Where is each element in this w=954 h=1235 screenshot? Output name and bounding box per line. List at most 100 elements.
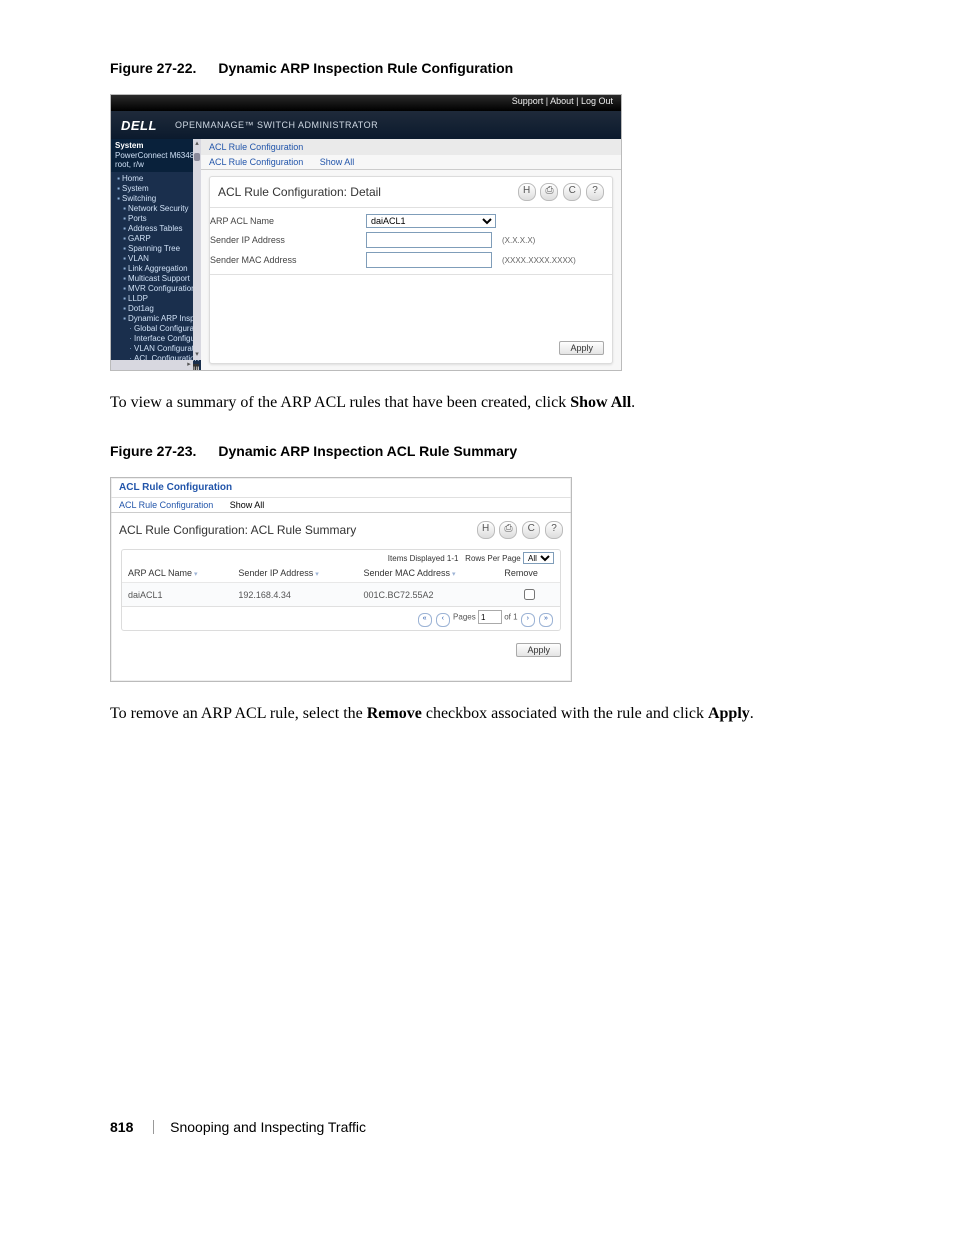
tree-node[interactable]: ▪Switching <box>115 194 199 204</box>
tab-show-all[interactable]: Show All <box>230 500 265 510</box>
col-ip[interactable]: Sender IP Address▾ <box>232 564 357 583</box>
apply-button[interactable]: Apply <box>559 341 604 355</box>
help-icon[interactable]: ? <box>545 521 563 539</box>
tree-node[interactable]: ▪Dot1ag <box>115 304 199 314</box>
tree-label: MVR Configuration <box>128 284 196 293</box>
tree-scrollbar-h[interactable]: ▸ <box>111 360 193 370</box>
tree-node[interactable]: ▪Multicast Support <box>115 274 199 284</box>
cell-mac: 001C.BC72.55A2 <box>357 583 498 607</box>
tree-node[interactable]: ▪Ports <box>115 214 199 224</box>
plus-icon: ▪ <box>121 244 128 254</box>
refresh-icon[interactable]: C <box>563 183 581 201</box>
sender-ip-label: Sender IP Address <box>210 235 360 245</box>
plus-icon: ▪ <box>121 254 128 264</box>
cell-ip: 192.168.4.34 <box>232 583 357 607</box>
refresh-icon[interactable]: C <box>522 521 540 539</box>
sender-ip-hint: (X.X.X.X) <box>502 236 612 245</box>
plus-icon: ▪ <box>121 304 128 314</box>
print-icon[interactable]: ⎙ <box>540 183 558 201</box>
sender-mac-input[interactable] <box>366 252 492 268</box>
plus-icon: ▪ <box>121 274 128 284</box>
tree-node[interactable]: ▪GARP <box>115 234 199 244</box>
plus-icon: ▪ <box>115 174 122 184</box>
save-icon[interactable]: H <box>518 183 536 201</box>
tree-node[interactable]: ·Global Configuration <box>115 324 199 334</box>
tree-user: root, r/w <box>115 160 144 169</box>
tab-show-all[interactable]: Show All <box>320 157 355 167</box>
apply-button[interactable]: Apply <box>516 643 561 657</box>
first-page-icon[interactable]: « <box>418 613 432 627</box>
top-links[interactable]: Support | About | Log Out <box>111 95 621 111</box>
items-displayed: Items Displayed 1-1 <box>388 554 459 563</box>
screenshot-rule-summary: ACL Rule Configuration ACL Rule Configur… <box>110 477 572 682</box>
tree-node[interactable]: ▪Address Tables <box>115 224 199 234</box>
tree-node[interactable]: ▪System <box>115 184 199 194</box>
acl-rule-table: ARP ACL Name▾ Sender IP Address▾ Sender … <box>122 564 560 606</box>
tree-label: System <box>122 184 149 193</box>
figure-caption-2: Figure 27-23. Dynamic ARP Inspection ACL … <box>110 443 844 459</box>
tree-scrollbar-v[interactable]: ▴▾ <box>193 139 201 360</box>
plus-icon: ▪ <box>121 264 128 274</box>
rows-per-page-select[interactable]: All <box>523 552 554 564</box>
tree-label: LLDP <box>128 294 148 303</box>
figure-number: Figure 27-23. <box>110 443 196 459</box>
tree-label: Ports <box>128 214 147 223</box>
tree-label: VLAN <box>128 254 149 263</box>
remove-checkbox[interactable] <box>524 589 535 600</box>
tree-node[interactable]: ▪Spanning Tree <box>115 244 199 254</box>
tree-label: Switching <box>122 194 156 203</box>
plus-icon: ▪ <box>121 314 128 324</box>
tab-detail[interactable]: ACL Rule Configuration <box>119 500 213 510</box>
product-title: OPENMANAGE™ SWITCH ADMINISTRATOR <box>175 120 378 130</box>
tree-node[interactable]: ▪MVR Configuration <box>115 284 199 294</box>
plus-icon: ▪ <box>121 234 128 244</box>
tree-label: GARP <box>128 234 151 243</box>
tree-header: System PowerConnect M6348 root, r/w <box>111 139 201 172</box>
breadcrumb: ACL Rule Configuration <box>111 478 571 498</box>
plus-icon: ▪ <box>121 284 128 294</box>
col-mac[interactable]: Sender MAC Address▾ <box>357 564 498 583</box>
chapter-title: Snooping and Inspecting Traffic <box>170 1119 366 1135</box>
tab-detail[interactable]: ACL Rule Configuration <box>209 157 303 167</box>
screenshot-rule-config: Support | About | Log Out DELL OPENMANAG… <box>110 94 622 371</box>
tree-node[interactable]: ▪LLDP <box>115 294 199 304</box>
tree-label: Multicast Support <box>128 274 190 283</box>
tree-label: Address Tables <box>128 224 183 233</box>
rows-per-page-label: Rows Per Page <box>465 554 521 563</box>
last-page-icon[interactable]: » <box>539 613 553 627</box>
tree-node[interactable]: ▪Network Security <box>115 204 199 214</box>
sender-mac-label: Sender MAC Address <box>210 255 360 265</box>
tree-node[interactable]: ·Interface Configuration <box>115 334 199 344</box>
dash-icon: · <box>127 334 134 344</box>
page-number: 818 <box>110 1119 133 1135</box>
tree-device: PowerConnect M6348 <box>115 151 194 160</box>
tree-node[interactable]: ▪VLAN <box>115 254 199 264</box>
cell-name: daiACL1 <box>122 583 232 607</box>
next-page-icon[interactable]: › <box>521 613 535 627</box>
sender-mac-hint: (XXXX.XXXX.XXXX) <box>502 256 612 265</box>
nav-tree[interactable]: System PowerConnect M6348 root, r/w ▪Hom… <box>111 139 201 370</box>
card-title: ACL Rule Configuration: Detail <box>218 185 381 199</box>
prev-page-icon[interactable]: ‹ <box>436 613 450 627</box>
body-paragraph-1: To view a summary of the ARP ACL rules t… <box>110 391 844 415</box>
figure-title: Dynamic ARP Inspection ACL Rule Summary <box>218 443 517 459</box>
tree-node[interactable]: ·VLAN Configuration <box>115 344 199 354</box>
pages-label: Pages <box>453 613 476 622</box>
col-remove: Remove <box>498 564 560 583</box>
page-input[interactable] <box>478 610 502 624</box>
tree-label: Dynamic ARP Inspection <box>128 314 199 323</box>
print-icon[interactable]: ⎙ <box>499 521 517 539</box>
plus-icon: ▪ <box>121 294 128 304</box>
plus-icon: ▪ <box>121 224 128 234</box>
dash-icon: · <box>127 324 134 334</box>
help-icon[interactable]: ? <box>586 183 604 201</box>
tree-node[interactable]: ▪Home <box>115 174 199 184</box>
save-icon[interactable]: H <box>477 521 495 539</box>
col-name[interactable]: ARP ACL Name▾ <box>122 564 232 583</box>
arp-acl-name-select[interactable]: daiACL1 <box>366 214 496 228</box>
plus-icon: ▪ <box>121 204 128 214</box>
dell-logo: DELL <box>121 118 157 133</box>
sender-ip-input[interactable] <box>366 232 492 248</box>
tree-node[interactable]: ▪Dynamic ARP Inspection <box>115 314 199 324</box>
tree-node[interactable]: ▪Link Aggregation <box>115 264 199 274</box>
